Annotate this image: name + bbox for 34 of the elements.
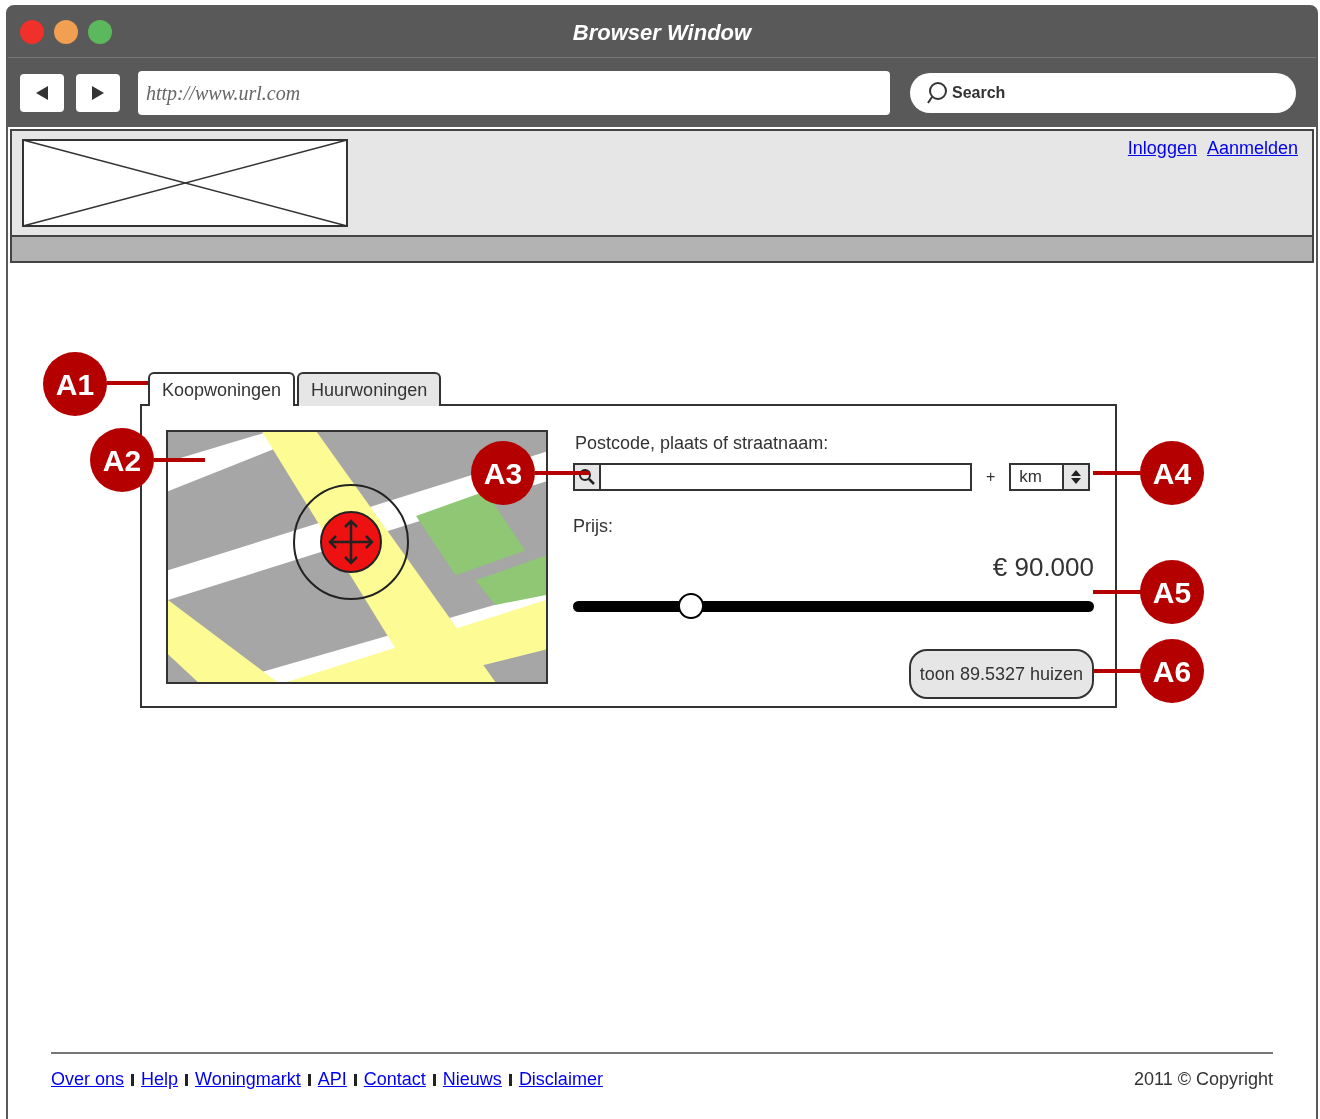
search-icon	[578, 468, 596, 486]
show-results-button[interactable]: toon 89.5327 huizen	[908, 649, 1094, 699]
search-label: Postcode, plaats of straatnaam:	[575, 432, 830, 455]
window-title: Browser Window	[572, 18, 752, 47]
url-field[interactable]: http://www.url.com	[138, 70, 890, 115]
search-icon	[926, 80, 948, 105]
header-link[interactable]: Aanmelden	[1206, 135, 1298, 162]
back-icon	[34, 84, 50, 101]
footer-link[interactable]: Contact	[363, 1066, 426, 1093]
search-field[interactable]: Search	[910, 72, 1296, 113]
price-slider[interactable]	[573, 593, 1094, 619]
window-control[interactable]	[88, 20, 112, 44]
footer-link[interactable]: Woningmarkt	[195, 1066, 301, 1093]
footer-link[interactable]: Help	[141, 1066, 179, 1093]
plus-sign: +	[986, 467, 996, 487]
slider-thumb[interactable]	[677, 593, 704, 619]
tab[interactable]: Huurwoningen	[297, 372, 442, 406]
footer-link[interactable]: Over ons	[51, 1066, 125, 1093]
window-control[interactable]	[54, 20, 78, 44]
footer-link[interactable]: Nieuws	[442, 1066, 502, 1093]
move-icon	[292, 483, 410, 601]
spinner-icon	[1070, 469, 1083, 485]
tab[interactable]: Koopwoningen	[148, 372, 296, 406]
header-link[interactable]: Inloggen	[1127, 135, 1197, 162]
price-label: Prijs:	[573, 515, 614, 538]
location-input[interactable]	[573, 463, 972, 491]
forward-icon	[90, 84, 106, 101]
copyright-text: 2011 © Copyright	[1134, 1068, 1273, 1091]
forward-button[interactable]	[76, 73, 120, 112]
unit-selector[interactable]: km	[1009, 463, 1091, 491]
price-reading: € 90.000	[992, 551, 1094, 584]
footer-link[interactable]: API	[317, 1066, 347, 1093]
footer-link[interactable]: Disclaimer	[518, 1066, 603, 1093]
back-button[interactable]	[20, 73, 64, 112]
